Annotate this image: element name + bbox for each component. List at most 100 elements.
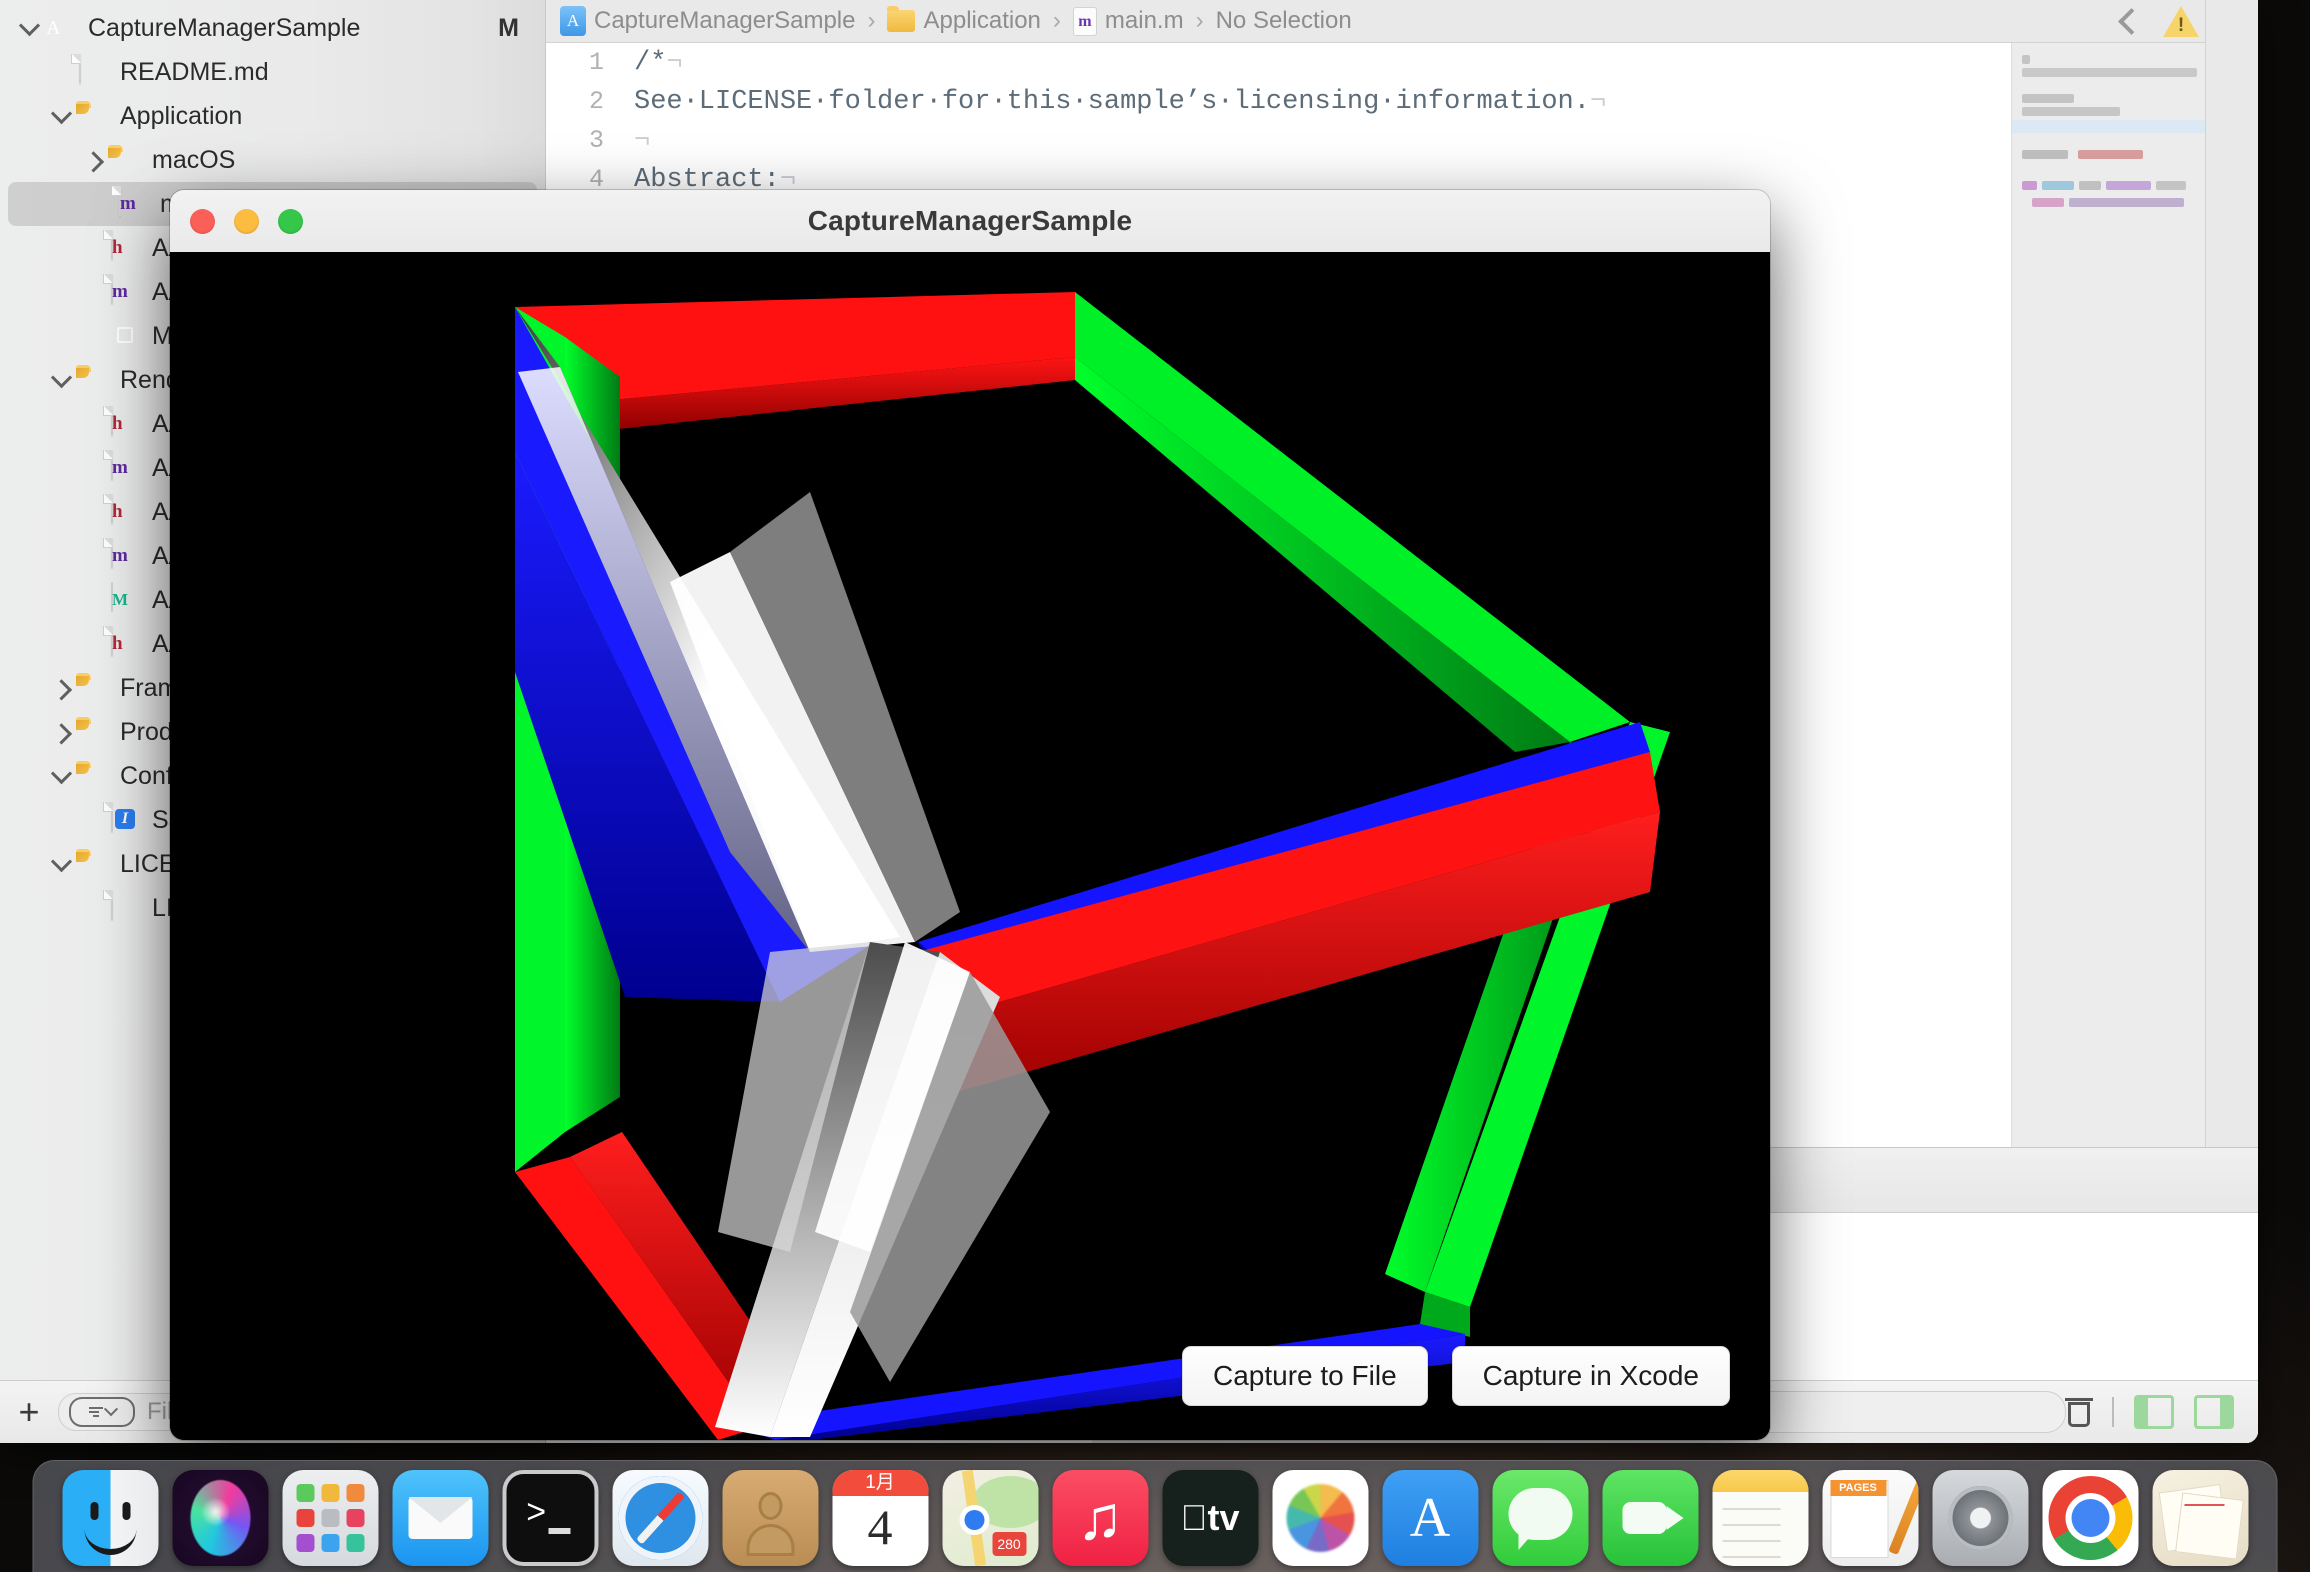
capture-in-xcode-button[interactable]: Capture in Xcode	[1451, 1346, 1730, 1406]
breadcrumb-label: CaptureManagerSample	[594, 7, 856, 34]
line-ending-glyph: ¬	[634, 125, 651, 156]
line-number: 1	[588, 48, 604, 77]
pages-banner: PAGES	[1830, 1480, 1886, 1496]
breadcrumb-label: main.m	[1104, 7, 1184, 34]
code-lines: 1 /* ¬ 2 See·LICENSE·folder·for·this·sample’…	[546, 43, 2258, 199]
code-line: 2 See·LICENSE·folder·for·this·sample’s·li…	[546, 82, 2258, 121]
breadcrumb-item[interactable]: main.m	[1072, 6, 1184, 36]
code-line: 1 /* ¬	[546, 43, 2258, 82]
macos-dock: > 1月 4 280 ♫ tv A PAGES	[32, 1460, 2278, 1572]
text-file-icon	[111, 890, 113, 920]
breadcrumb-separator: ›	[1195, 7, 1204, 34]
dock-item-contacts[interactable]	[722, 1470, 818, 1566]
dock-item-stickies[interactable]	[2152, 1470, 2248, 1566]
line-number: 3	[588, 126, 604, 155]
breadcrumb-separator: ›	[867, 7, 876, 34]
dock-item-system-preferences[interactable]	[1932, 1470, 2028, 1566]
breadcrumb-items: CaptureManagerSample › Application › main.m ›…	[560, 6, 1352, 36]
navigator-row[interactable]: macOS	[0, 138, 545, 182]
warning-icon[interactable]	[2163, 5, 2199, 37]
line-number: 2	[588, 87, 604, 116]
navigator-row-label: Application	[120, 101, 243, 130]
capture-buttons: Capture to File Capture in Xcode	[1182, 1346, 1730, 1406]
dock-item-calendar[interactable]: 1月 4	[832, 1470, 928, 1566]
filter-options-icon[interactable]	[69, 1397, 135, 1427]
navigator-row-label: CaptureManagerSample	[88, 13, 361, 42]
tv-glyph: tv	[1180, 1497, 1239, 1538]
dock-item-facetime[interactable]	[1602, 1470, 1698, 1566]
show-console-view-icon[interactable]	[2194, 1395, 2234, 1429]
chevron-right-icon[interactable]	[46, 678, 76, 701]
chevron-right-icon[interactable]	[46, 722, 76, 745]
cube-svg	[170, 252, 1770, 1440]
code-text: /*	[634, 47, 667, 78]
add-file-button[interactable]: +	[0, 1394, 58, 1430]
dock-item-safari[interactable]	[612, 1470, 708, 1566]
clear-console-icon[interactable]	[2065, 1397, 2093, 1427]
dock-item-photos[interactable]	[1272, 1470, 1368, 1566]
breadcrumb-label: No Selection	[1215, 7, 1352, 34]
dock-item-music[interactable]: ♫	[1052, 1470, 1148, 1566]
metal-file-icon	[111, 582, 113, 612]
chevron-down-icon[interactable]	[46, 102, 76, 124]
navigator-row-label: macOS	[152, 145, 236, 174]
folder-icon	[887, 6, 916, 32]
show-variables-view-icon[interactable]	[2134, 1395, 2174, 1429]
minimap-current-line	[2012, 120, 2206, 133]
objc-m-file-icon: m	[119, 186, 136, 216]
objc-m-file-icon: m	[111, 538, 128, 568]
capture-to-file-button[interactable]: Capture to File	[1182, 1346, 1428, 1406]
chevron-down-icon[interactable]	[46, 366, 76, 388]
navigator-row[interactable]: Application	[0, 94, 545, 138]
code-line: 3 ¬	[546, 121, 2258, 160]
swift-file-icon: I	[111, 802, 135, 832]
dock-item-siri[interactable]	[172, 1470, 268, 1566]
markdown-file-icon	[79, 54, 81, 84]
dock-item-finder[interactable]	[62, 1470, 158, 1566]
breadcrumb-separator: ›	[1052, 7, 1061, 34]
chevron-down-icon[interactable]	[14, 14, 44, 36]
sample-window-titlebar: CaptureManagerSample	[170, 190, 1770, 253]
dock-item-chrome[interactable]	[2042, 1470, 2138, 1566]
dock-item-launchpad[interactable]	[282, 1470, 378, 1566]
navigator-row[interactable]: README.md	[0, 50, 545, 94]
chevron-right-icon[interactable]	[78, 150, 108, 173]
code-text: See·LICENSE·folder·for·this·sample’s·lic…	[634, 86, 1590, 117]
divider	[2112, 1397, 2114, 1427]
objc-m-file-icon: m	[111, 274, 128, 304]
breadcrumb-label: Application	[923, 7, 1041, 34]
objc-h-file-icon: h	[111, 230, 123, 260]
dock-item-app-store[interactable]: A	[1382, 1470, 1478, 1566]
dock-item-tv[interactable]: tv	[1162, 1470, 1258, 1566]
navigator-row[interactable]: CaptureManagerSample M	[0, 6, 545, 50]
dock-item-pages[interactable]: PAGES	[1822, 1470, 1918, 1566]
sample-window-title: CaptureManagerSample	[807, 205, 1133, 236]
chevron-down-icon[interactable]	[46, 850, 76, 872]
xcode-project-icon	[560, 6, 586, 36]
chevron-down-icon[interactable]	[46, 762, 76, 784]
breadcrumb-item[interactable]: Application	[887, 6, 1041, 35]
capture-manager-sample-window[interactable]: CaptureManagerSample Capture to File Cap…	[170, 190, 1770, 1440]
objc-m-file-icon	[1072, 6, 1097, 36]
objc-h-file-icon: h	[111, 406, 123, 436]
objc-h-file-icon: h	[111, 626, 123, 656]
dock-item-mail[interactable]	[392, 1470, 488, 1566]
dock-item-messages[interactable]	[1492, 1470, 1588, 1566]
line-ending-glyph: ¬	[1589, 86, 1607, 117]
maps-shield-label: 280	[992, 1532, 1026, 1556]
dock-item-maps[interactable]: 280	[942, 1470, 1038, 1566]
dock-item-notes[interactable]	[1712, 1470, 1808, 1566]
console-actions	[2065, 1395, 2244, 1429]
breadcrumb-item[interactable]: CaptureManagerSample	[560, 6, 855, 36]
navigator-row-label: README.md	[120, 57, 269, 86]
chevron-left-icon[interactable]	[2118, 7, 2145, 35]
dock-item-terminal[interactable]: >	[502, 1470, 598, 1566]
breadcrumb[interactable]: CaptureManagerSample › Application › main.m ›…	[546, 0, 2258, 43]
calendar-month: 1月	[832, 1470, 928, 1496]
calendar-day: 4	[867, 1499, 893, 1555]
metal-render-view[interactable]: Capture to File Capture in Xcode	[170, 252, 1770, 1440]
breadcrumb-item[interactable]: No Selection	[1216, 7, 1352, 35]
status-badge: M	[498, 13, 519, 42]
metal-rgb-cube-render	[170, 252, 1770, 1440]
objc-h-file-icon: h	[111, 494, 123, 524]
